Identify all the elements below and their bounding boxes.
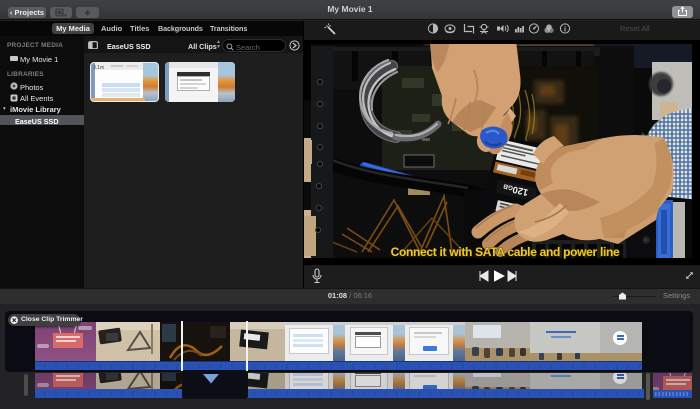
svg-text:i: i <box>564 24 566 33</box>
svg-text:Connect it with SATA cable and: Connect it with SATA cable and power lin… <box>391 245 620 259</box>
